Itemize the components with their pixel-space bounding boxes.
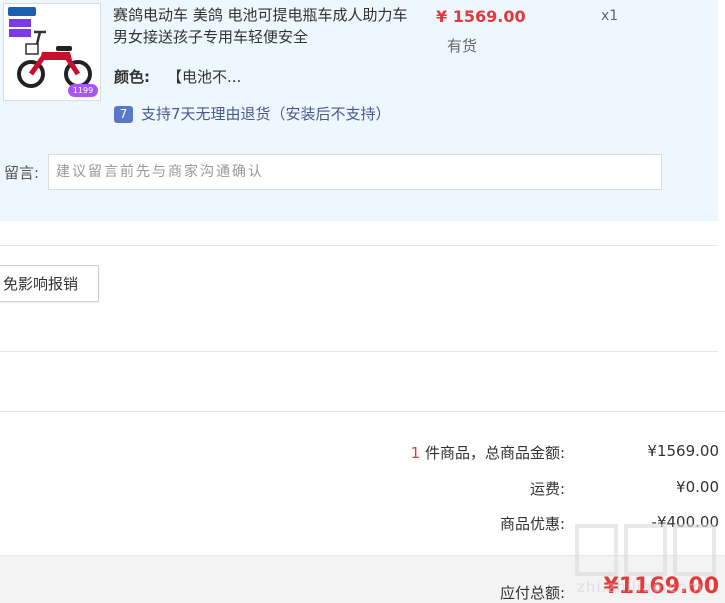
items-total-value: ¥1569.00 (647, 442, 719, 460)
unit-price: ¥ 1569.00 (436, 7, 526, 26)
color-label: 颜色: (114, 68, 150, 86)
brand-logo (8, 7, 36, 16)
return-policy: 支持7天无理由退货（安装后不支持） (141, 105, 391, 123)
items-summary-label: 1 件商品，总商品金额: (411, 442, 565, 463)
invoice-button[interactable]: 免影响报销 (0, 265, 99, 302)
product-thumbnail[interactable]: 1199 (3, 3, 101, 101)
watermark-glyph (624, 524, 667, 576)
promo-badge (9, 19, 31, 27)
watermark-glyph (575, 524, 618, 576)
promo-badge (9, 29, 31, 37)
color-value: 【电池不... (167, 68, 242, 86)
divider (0, 245, 718, 246)
shipping-label: 运费: (529, 480, 565, 498)
message-input[interactable] (48, 154, 662, 190)
site-watermark: zhi.zhiliao.com (573, 518, 723, 603)
stock-status: 有货 (447, 37, 478, 55)
quantity: x1 (601, 8, 619, 24)
divider (0, 411, 725, 412)
shipping-value: ¥0.00 (676, 478, 719, 496)
product-title-link[interactable]: 赛鸽电动车 美鸽 电池可提电瓶车成人助力车男女接送孩子专用车轻便安全 (113, 4, 413, 48)
divider (0, 351, 718, 352)
items-total-label: 件商品，总商品金额: (420, 444, 565, 462)
thumbnail-price-tag: 1199 (68, 84, 98, 97)
seven-day-return-icon: 7 (114, 106, 133, 123)
item-count: 1 (410, 444, 421, 462)
watermark-glyph (673, 524, 716, 576)
message-label: 留言: (4, 164, 40, 182)
payable-label: 应付总额: (499, 584, 565, 602)
cart-item-panel: 1199 赛鸽电动车 美鸽 电池可提电瓶车成人助力车男女接送孩子专用车轻便安全 … (0, 0, 718, 221)
discount-label: 商品优惠: (499, 515, 565, 533)
watermark-text: zhi.zhiliao.com (577, 578, 704, 596)
